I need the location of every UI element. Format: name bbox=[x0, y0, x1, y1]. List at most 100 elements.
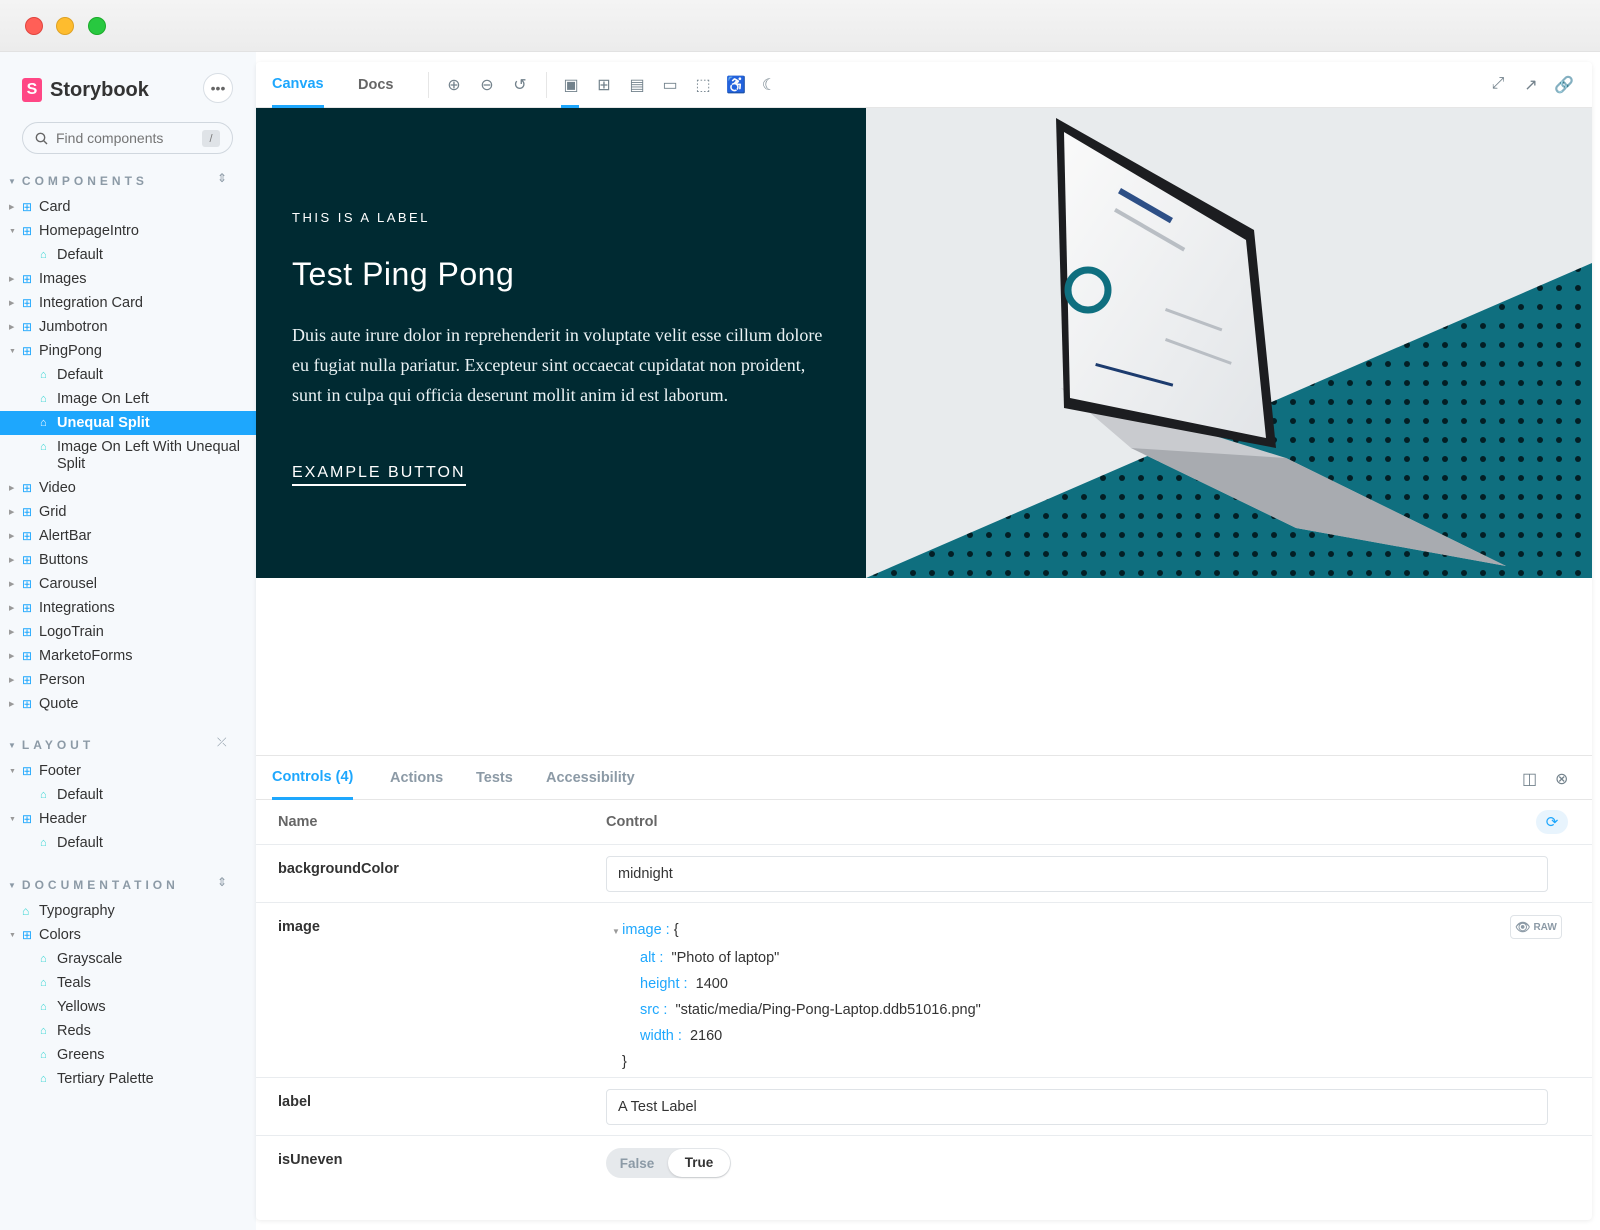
section-documentation[interactable]: ▼ DOCUMENTATION bbox=[8, 878, 179, 892]
sidebar-item-yellows[interactable]: ⌂ Yellows bbox=[0, 995, 256, 1019]
caret-down-icon: ▼ bbox=[9, 347, 16, 355]
close-window-button[interactable] bbox=[25, 17, 43, 35]
components-tree: ▶ ⊞ Card ▼ ⊞ HomepageIntro ⌂ Default ▶ ⊞ Images… bbox=[0, 195, 256, 716]
sidebar-item-quote[interactable]: ▶ ⊞ Quote bbox=[0, 692, 256, 716]
bookmark-icon: ⌂ bbox=[40, 1073, 47, 1085]
sidebar-item-footer-default[interactable]: ⌂ Default bbox=[0, 783, 256, 807]
sidebar-item-grid[interactable]: ▶ ⊞ Grid bbox=[0, 500, 256, 524]
toggle-false-option[interactable]: False bbox=[606, 1156, 668, 1171]
toolbar: Canvas Docs ⊕ ⊖ ↺ ▣ ⊞ ▤ ▭ ⬚ ♿ ☾ ⤢ ↗ 🔗 bbox=[256, 62, 1592, 108]
component-icon: ⊞ bbox=[22, 320, 33, 334]
raw-toggle-button[interactable]: 👁 RAW bbox=[1510, 915, 1562, 939]
viewport-icon[interactable]: ▤ bbox=[627, 75, 647, 95]
sidebar-item-integrations[interactable]: ▶ ⊞ Integrations bbox=[0, 596, 256, 620]
sidebar-item-card[interactable]: ▶ ⊞ Card bbox=[0, 195, 256, 219]
maximize-window-button[interactable] bbox=[88, 17, 106, 35]
sidebar-item-greens[interactable]: ⌂ Greens bbox=[0, 1043, 256, 1067]
copy-link-icon[interactable]: 🔗 bbox=[1554, 75, 1574, 95]
sidebar-item-header[interactable]: ▼ ⊞ Header bbox=[0, 807, 256, 831]
reset-controls-button[interactable]: ⟳ bbox=[1536, 810, 1568, 834]
sidebar-item-logotrain[interactable]: ▶ ⊞ LogoTrain bbox=[0, 620, 256, 644]
search-input[interactable] bbox=[56, 130, 201, 146]
search-box[interactable]: / bbox=[22, 122, 233, 154]
tab-tests[interactable]: Tests bbox=[476, 756, 513, 800]
control-row-backgroundcolor: backgroundColor midnight bbox=[256, 845, 1592, 903]
alt-value[interactable]: "Photo of laptop" bbox=[671, 950, 779, 966]
sidebar-item-buttons[interactable]: ▶ ⊞ Buttons bbox=[0, 548, 256, 572]
background-image-icon[interactable]: ▣ bbox=[561, 75, 581, 108]
ellipsis-icon: ••• bbox=[210, 80, 226, 96]
bookmark-icon: ⌂ bbox=[40, 977, 47, 989]
backgroundcolor-input[interactable]: midnight bbox=[606, 856, 1548, 892]
width-value[interactable]: 2160 bbox=[690, 1028, 722, 1044]
panel-orientation-icon[interactable]: ◫ bbox=[1522, 769, 1537, 789]
tab-canvas[interactable]: Canvas bbox=[272, 62, 324, 108]
sidebar-item-homepageintro[interactable]: ▼ ⊞ HomepageIntro bbox=[0, 219, 256, 243]
fullscreen-icon[interactable]: ⤢ bbox=[1488, 75, 1508, 93]
sidebar-item-colors[interactable]: ▼ ⊞ Colors bbox=[0, 923, 256, 947]
sidebar-item-pingpong[interactable]: ▼ ⊞ PingPong bbox=[0, 339, 256, 363]
caret-right-icon: ▶ bbox=[9, 605, 15, 612]
sidebar-item-reds[interactable]: ⌂ Reds bbox=[0, 1019, 256, 1043]
reset-zoom-icon[interactable]: ↺ bbox=[510, 75, 530, 95]
minimize-window-button[interactable] bbox=[56, 17, 74, 35]
image-object-editor[interactable]: ▼ image : { alt : "Photo of laptop" heig… bbox=[606, 917, 981, 1075]
brand-name: Storybook bbox=[50, 78, 149, 101]
bookmark-icon: ⌂ bbox=[40, 1001, 47, 1013]
sidebar-item-typography[interactable]: ⌂ Typography bbox=[0, 899, 256, 923]
section-layout[interactable]: ▼ LAYOUT bbox=[8, 738, 94, 752]
toggle-true-option[interactable]: True bbox=[668, 1149, 730, 1177]
dark-mode-icon[interactable]: ☾ bbox=[759, 75, 779, 95]
section-components[interactable]: ▼ COMPONENTS bbox=[8, 174, 148, 188]
sidebar-item-video[interactable]: ▶ ⊞ Video bbox=[0, 476, 256, 500]
expand-collapse-icon[interactable]: ⇕ bbox=[217, 171, 227, 185]
sidebar-item-header-default[interactable]: ⌂ Default bbox=[0, 831, 256, 855]
component-icon: ⊞ bbox=[22, 553, 33, 567]
zoom-out-icon[interactable]: ⊖ bbox=[477, 75, 497, 95]
sidebar-item-image-on-left-unequal[interactable]: ⌂ Image On Left With Unequal Split bbox=[0, 435, 256, 476]
control-name: isUneven bbox=[278, 1152, 343, 1168]
sidebar-item-pingpong-default[interactable]: ⌂ Default bbox=[0, 363, 256, 387]
sidebar-item-images[interactable]: ▶ ⊞ Images bbox=[0, 267, 256, 291]
search-shortcut: / bbox=[202, 130, 220, 147]
tab-accessibility[interactable]: Accessibility bbox=[546, 756, 635, 800]
isuneven-toggle[interactable]: False True bbox=[606, 1148, 731, 1178]
laptop-photo bbox=[866, 118, 1592, 578]
sidebar-item-footer[interactable]: ▼ ⊞ Footer bbox=[0, 759, 256, 783]
bookmark-icon: ⌂ bbox=[40, 249, 47, 261]
grid-icon[interactable]: ⊞ bbox=[594, 75, 614, 95]
control-row-image: image ▼ image : { alt : "Photo of laptop… bbox=[256, 903, 1592, 1078]
column-control-header: Control bbox=[606, 814, 658, 830]
sidebar-item-teals[interactable]: ⌂ Teals bbox=[0, 971, 256, 995]
sidebar-item-image-on-left[interactable]: ⌂ Image On Left bbox=[0, 387, 256, 411]
measure-icon[interactable]: ▭ bbox=[660, 75, 680, 95]
tab-actions[interactable]: Actions bbox=[390, 756, 443, 800]
sidebar-item-integration-card[interactable]: ▶ ⊞ Integration Card bbox=[0, 291, 256, 315]
close-panel-icon[interactable]: ⊗ bbox=[1555, 769, 1568, 789]
sidebar-menu-button[interactable]: ••• bbox=[203, 73, 233, 103]
sidebar-item-jumbotron[interactable]: ▶ ⊞ Jumbotron bbox=[0, 315, 256, 339]
accessibility-icon[interactable]: ♿ bbox=[726, 75, 746, 95]
brand[interactable]: S Storybook bbox=[22, 78, 149, 102]
bookmark-icon: ⌂ bbox=[40, 789, 47, 801]
outline-icon[interactable]: ⬚ bbox=[693, 75, 713, 95]
sidebar-item-person[interactable]: ▶ ⊞ Person bbox=[0, 668, 256, 692]
src-value[interactable]: "static/media/Ping-Pong-Laptop.ddb51016.… bbox=[675, 1002, 980, 1018]
sidebar-item-tertiary-palette[interactable]: ⌂ Tertiary Palette bbox=[0, 1067, 256, 1091]
tab-docs[interactable]: Docs bbox=[358, 62, 393, 108]
tab-controls[interactable]: Controls (4) bbox=[272, 756, 354, 800]
expand-collapse-icon[interactable]: ⇕ bbox=[217, 875, 227, 889]
sidebar-item-alertbar[interactable]: ▶ ⊞ AlertBar bbox=[0, 524, 256, 548]
sidebar-item-unequal-split[interactable]: ⌂ Unequal Split bbox=[0, 411, 256, 435]
collapse-all-icon[interactable]: ⤫ bbox=[217, 735, 227, 750]
height-value[interactable]: 1400 bbox=[696, 976, 728, 992]
sidebar-item-grayscale[interactable]: ⌂ Grayscale bbox=[0, 947, 256, 971]
sidebar-item-homepageintro-default[interactable]: ⌂ Default bbox=[0, 243, 256, 267]
laptop-screen bbox=[1064, 132, 1266, 438]
zoom-in-icon[interactable]: ⊕ bbox=[444, 75, 464, 95]
sidebar-item-marketoforms[interactable]: ▶ ⊞ MarketoForms bbox=[0, 644, 256, 668]
label-input[interactable]: A Test Label bbox=[606, 1089, 1548, 1125]
example-button[interactable]: EXAMPLE BUTTON bbox=[292, 464, 466, 486]
sidebar-item-carousel[interactable]: ▶ ⊞ Carousel bbox=[0, 572, 256, 596]
open-new-tab-icon[interactable]: ↗ bbox=[1521, 75, 1541, 95]
